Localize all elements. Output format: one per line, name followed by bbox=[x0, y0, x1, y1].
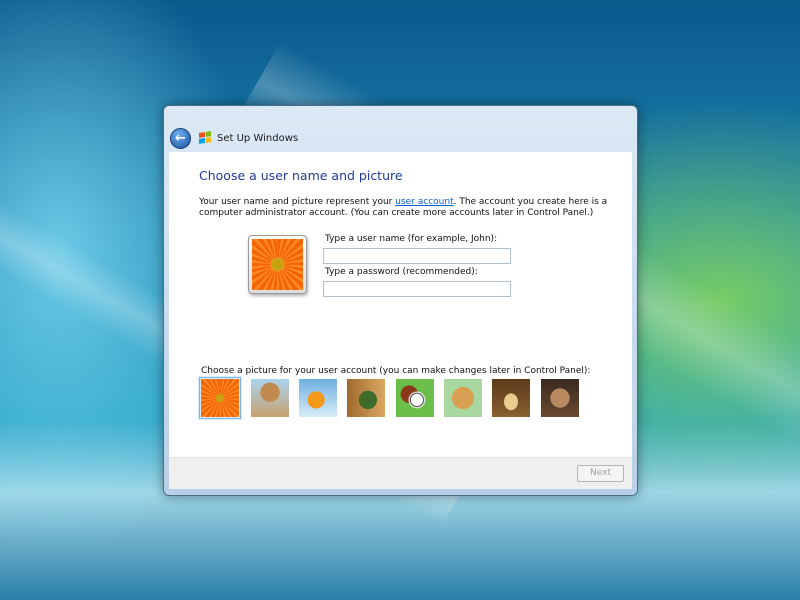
pictures-label: Choose a picture for your user account (… bbox=[201, 366, 591, 376]
window-title: Set Up Windows bbox=[217, 133, 299, 144]
picture-kitten[interactable] bbox=[541, 379, 579, 417]
windows-flag-icon bbox=[199, 131, 211, 144]
picture-chess[interactable] bbox=[492, 379, 530, 417]
flower-picture bbox=[252, 239, 303, 290]
username-input[interactable] bbox=[323, 248, 511, 264]
description: Your user name and picture represent you… bbox=[199, 197, 619, 219]
picture-puppy[interactable] bbox=[444, 379, 482, 417]
picture-goldfish[interactable] bbox=[299, 379, 337, 417]
content-area: Choose a user name and picture Your user… bbox=[169, 152, 632, 457]
back-arrow-icon[interactable]: ← bbox=[170, 128, 191, 149]
picture-flower[interactable] bbox=[199, 377, 241, 419]
password-input[interactable] bbox=[323, 281, 511, 297]
picture-robot[interactable] bbox=[251, 379, 289, 417]
page-title: Choose a user name and picture bbox=[199, 168, 403, 183]
picture-sports-balls[interactable] bbox=[396, 379, 434, 417]
selected-avatar bbox=[248, 235, 307, 294]
password-label: Type a password (recommended): bbox=[325, 267, 478, 277]
next-button[interactable]: Next bbox=[577, 465, 624, 482]
desc-text: Your user name and picture represent you… bbox=[199, 197, 396, 207]
picture-bonsai[interactable] bbox=[347, 379, 385, 417]
user-account-link[interactable]: user account bbox=[395, 197, 453, 207]
setup-window: ← Set Up Windows Choose a user name and … bbox=[163, 105, 638, 496]
footer-bar: Next bbox=[169, 457, 632, 489]
username-label: Type a user name (for example, John): bbox=[325, 234, 498, 244]
